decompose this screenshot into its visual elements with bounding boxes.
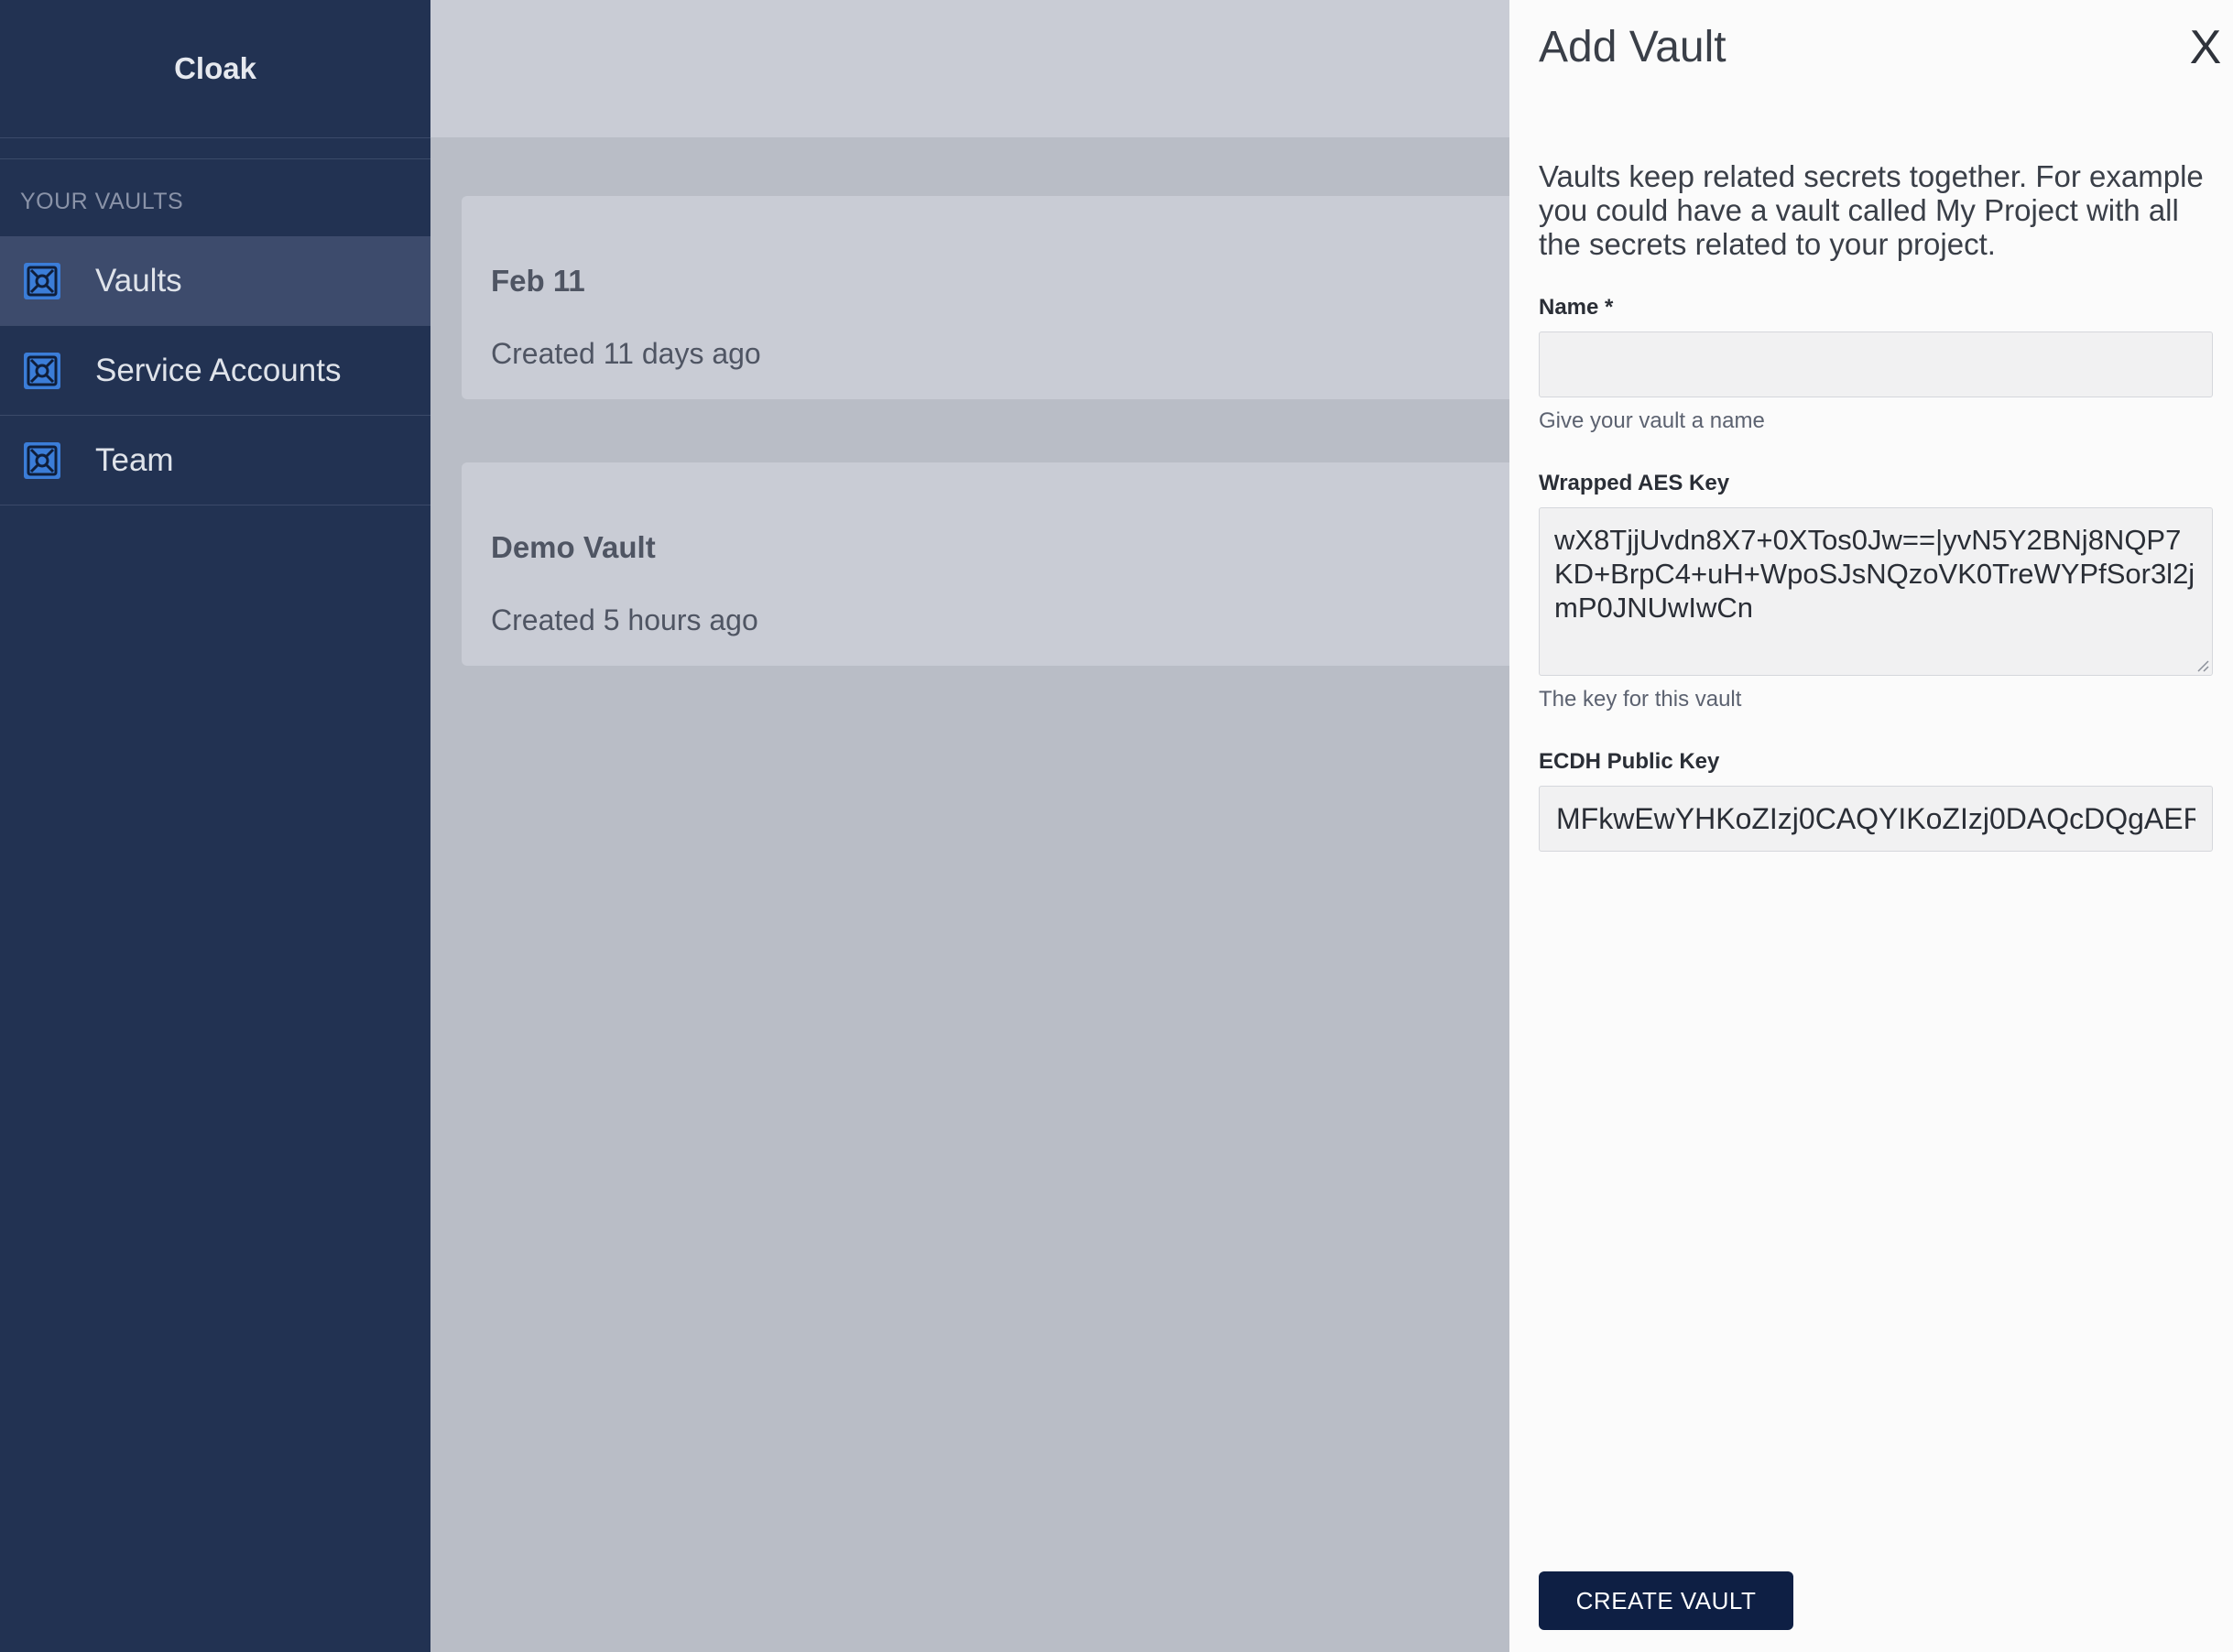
section-label: YOUR VAULTS	[20, 189, 184, 214]
sidebar: Cloak YOUR VAULTS Vaults Service Account…	[0, 0, 430, 1652]
sidebar-item-service-accounts[interactable]: Service Accounts	[0, 326, 430, 416]
sidebar-item-team[interactable]: Team	[0, 416, 430, 505]
sidebar-item-label: Service Accounts	[95, 352, 342, 388]
vault-icon	[24, 352, 60, 389]
sidebar-item-vaults[interactable]: Vaults	[0, 236, 430, 326]
vault-icon	[24, 441, 60, 479]
main-header	[430, 0, 1509, 137]
name-label: Name *	[1539, 295, 1614, 320]
resize-handle-icon[interactable]	[2195, 658, 2209, 672]
aes-key-help-text: The key for this vault	[1539, 687, 1742, 712]
sidebar-item-label: Team	[95, 441, 174, 478]
drawer-description: Vaults keep related secrets together. Fo…	[1539, 159, 2204, 261]
aes-key-label: Wrapped AES Key	[1539, 471, 1730, 495]
vault-icon	[24, 262, 60, 299]
sidebar-divider	[0, 158, 430, 159]
ecdh-key-input[interactable]	[1539, 786, 2213, 852]
drawer-title: Add Vault	[1539, 23, 1726, 71]
name-help-text: Give your vault a name	[1539, 408, 1765, 433]
create-vault-button[interactable]: CREATE VAULT	[1539, 1571, 1793, 1630]
add-vault-drawer: Add Vault X Vaults keep related secrets …	[1509, 0, 2233, 1652]
vault-created: Created 5 hours ago	[491, 603, 758, 636]
close-button[interactable]: X	[2178, 20, 2233, 75]
name-input[interactable]	[1539, 331, 2213, 397]
ecdh-key-label: ECDH Public Key	[1539, 749, 1720, 774]
vault-name: Feb 11	[491, 264, 585, 298]
vault-card[interactable]: Demo Vault Created 5 hours ago	[462, 462, 1509, 666]
sidebar-item-label: Vaults	[95, 262, 182, 299]
aes-key-textarea[interactable]: wX8TjjUvdn8X7+0XTos0Jw==|yvN5Y2BNj8NQP7K…	[1539, 507, 2213, 676]
vault-name: Demo Vault	[491, 530, 656, 564]
vault-created: Created 11 days ago	[491, 337, 761, 370]
sidebar-nav: Vaults Service Accounts Team	[0, 236, 430, 505]
vault-card[interactable]: Feb 11 Created 11 days ago	[462, 196, 1509, 399]
main-content: Feb 11 Created 11 days ago Demo Vault Cr…	[430, 0, 1509, 1652]
app-brand[interactable]: Cloak	[0, 0, 430, 138]
